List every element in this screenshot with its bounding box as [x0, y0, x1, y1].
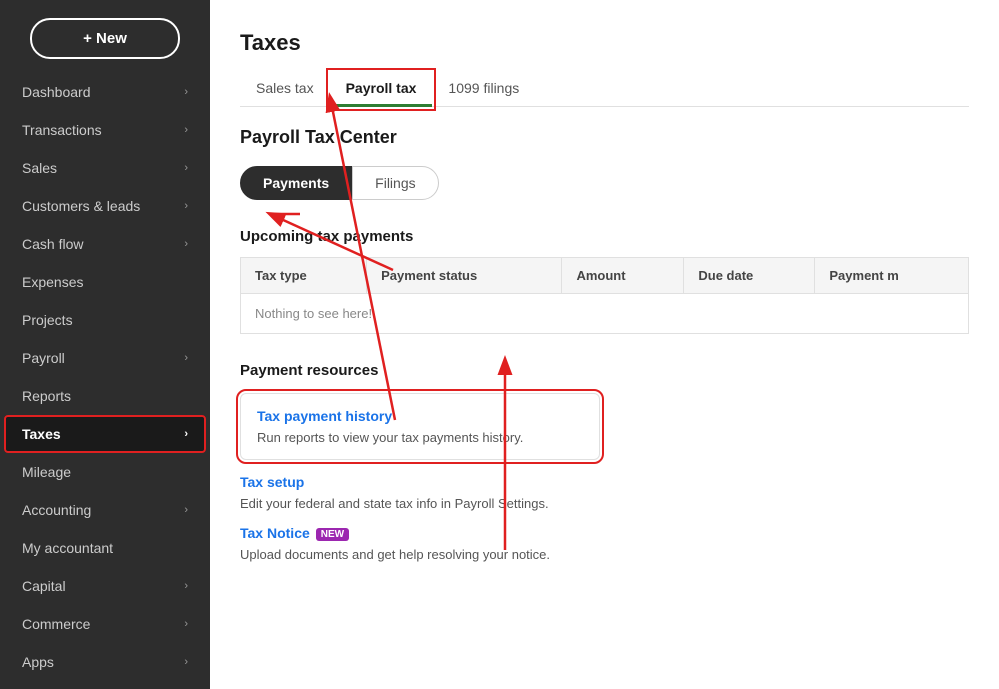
resource-desc-tax-notice: Upload documents and get help resolving … [240, 547, 969, 562]
sidebar-item-taxes[interactable]: Taxes › [4, 415, 206, 453]
sidebar-item-insurance[interactable]: Insurance› [4, 681, 206, 689]
sidebar-item-sales[interactable]: Sales › [4, 149, 206, 187]
table-head: Tax typePayment statusAmountDue datePaym… [241, 258, 969, 294]
sidebar-item-label: Accounting [22, 502, 91, 518]
table-header-payment-m: Payment m [815, 258, 969, 294]
resources-list: Tax payment history Run reports to view y… [240, 393, 969, 562]
sidebar-item-label: Transactions [22, 122, 102, 138]
resources-title: Payment resources [240, 362, 969, 379]
sidebar-item-label: Cash flow [22, 236, 83, 252]
main-content: Taxes Sales taxPayroll tax1099 filings P… [210, 0, 999, 689]
sidebar: + New Dashboard›Transactions›Sales›Custo… [0, 0, 210, 689]
sidebar-item-cash-flow[interactable]: Cash flow › [4, 225, 206, 263]
sidebar-item-expenses[interactable]: Expenses [4, 263, 206, 301]
tabs-bar: Sales taxPayroll tax1099 filings [240, 72, 969, 107]
chevron-right-icon: › [184, 504, 188, 516]
sidebar-item-accounting[interactable]: Accounting › [4, 491, 206, 529]
payments-filings-toggle: Payments Filings [240, 166, 969, 200]
sales-tax-tab[interactable]: Sales tax [240, 72, 330, 107]
resource-row-tax-setup: Tax setup Edit your federal and state tax… [240, 474, 969, 511]
table-empty-message: Nothing to see here! [241, 294, 969, 334]
chevron-right-icon: › [184, 86, 188, 98]
1099-filings-tab[interactable]: 1099 filings [432, 72, 535, 107]
sidebar-item-capital[interactable]: Capital › [4, 567, 206, 605]
sidebar-item-transactions[interactable]: Transactions › [4, 111, 206, 149]
sidebar-item-label: Taxes [22, 426, 61, 442]
chevron-right-icon: › [184, 200, 188, 212]
filings-toggle-btn[interactable]: Filings [352, 166, 438, 200]
sidebar-item-label: Payroll [22, 350, 65, 366]
sidebar-item-my-accountant[interactable]: My accountant [4, 529, 206, 567]
tax-table: Tax typePayment statusAmountDue datePaym… [240, 257, 969, 334]
table-header-tax-type: Tax type [241, 258, 367, 294]
sidebar-item-label: Reports [22, 388, 71, 404]
upcoming-title: Upcoming tax payments [240, 228, 969, 245]
payments-toggle-btn[interactable]: Payments [240, 166, 352, 200]
chevron-right-icon: › [184, 352, 188, 364]
sidebar-item-label: Sales [22, 160, 57, 176]
chevron-right-icon: › [184, 618, 188, 630]
sidebar-item-dashboard[interactable]: Dashboard › [4, 73, 206, 111]
sidebar-item-label: Apps [22, 654, 54, 670]
sidebar-item-label: Mileage [22, 464, 71, 480]
sidebar-item-commerce[interactable]: Commerce › [4, 605, 206, 643]
sidebar-item-label: Expenses [22, 274, 83, 290]
resource-desc-tax-payment-history: Run reports to view your tax payments hi… [257, 430, 583, 445]
sidebar-item-mileage[interactable]: Mileage [4, 453, 206, 491]
table-header-row: Tax typePayment statusAmountDue datePaym… [241, 258, 969, 294]
resource-link-tax-setup[interactable]: Tax setup [240, 474, 304, 490]
chevron-right-icon: › [184, 124, 188, 136]
table-header-amount: Amount [562, 258, 684, 294]
sidebar-item-label: Commerce [22, 616, 90, 632]
chevron-right-icon: › [184, 580, 188, 592]
payroll-tax-tab[interactable]: Payroll tax [330, 72, 433, 107]
chevron-right-icon: › [184, 656, 188, 668]
table-empty-row: Nothing to see here! [241, 294, 969, 334]
sidebar-item-projects[interactable]: Projects [4, 301, 206, 339]
table-header-due-date: Due date [684, 258, 815, 294]
table-header-payment-status: Payment status [367, 258, 562, 294]
sidebar-item-label: My accountant [22, 540, 113, 556]
chevron-right-icon: › [184, 162, 188, 174]
page-title: Taxes [240, 30, 969, 56]
sidebar-item-reports[interactable]: Reports [4, 377, 206, 415]
resource-link-tax-notice[interactable]: Tax NoticeNEW [240, 525, 349, 541]
sidebar-item-customers-leads[interactable]: Customers & leads › [4, 187, 206, 225]
new-button[interactable]: + New [30, 18, 180, 59]
resource-desc-tax-setup: Edit your federal and state tax info in … [240, 496, 969, 511]
sidebar-item-payroll[interactable]: Payroll › [4, 339, 206, 377]
sidebar-item-apps[interactable]: Apps › [4, 643, 206, 681]
resource-card-tax-payment-history: Tax payment history Run reports to view y… [240, 393, 600, 460]
sidebar-item-label: Capital [22, 578, 66, 594]
resource-row-tax-notice: Tax NoticeNEW Upload documents and get he… [240, 525, 969, 562]
resource-link-tax-payment-history[interactable]: Tax payment history [257, 408, 392, 424]
sidebar-item-label: Projects [22, 312, 73, 328]
chevron-right-icon: › [184, 428, 188, 440]
section-title: Payroll Tax Center [240, 127, 969, 148]
chevron-right-icon: › [184, 238, 188, 250]
new-badge: NEW [316, 528, 349, 541]
sidebar-item-label: Customers & leads [22, 198, 140, 214]
sidebar-item-label: Dashboard [22, 84, 91, 100]
table-body: Nothing to see here! [241, 294, 969, 334]
